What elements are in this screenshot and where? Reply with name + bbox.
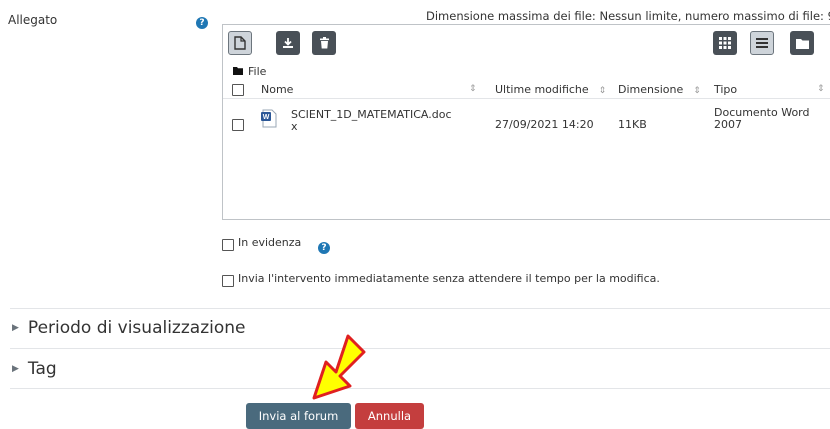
breadcrumb: File	[233, 65, 266, 78]
file-manager: File Nome ⇕ Ultime modifiche ⇕ Dimensione…	[222, 24, 830, 220]
section-tags[interactable]: ▶ Tag	[12, 359, 57, 379]
list-icon	[756, 38, 768, 48]
header-divider	[223, 98, 830, 99]
pinned-help-icon[interactable]: ?	[318, 242, 330, 254]
file-checkbox[interactable]	[232, 119, 244, 131]
trash-icon	[319, 37, 330, 49]
divider	[10, 308, 830, 309]
download-icon	[282, 37, 294, 49]
column-type[interactable]: Tipo	[714, 83, 737, 96]
view-icons-button[interactable]	[713, 31, 737, 55]
column-modified[interactable]: Ultime modifiche ⇕	[495, 83, 606, 96]
pinned-checkbox[interactable]	[222, 239, 234, 251]
pinned-label: In evidenza	[238, 236, 302, 249]
breadcrumb-label[interactable]: File	[248, 65, 266, 78]
folder-icon	[795, 38, 809, 49]
word-document-icon: W	[261, 109, 278, 132]
divider	[10, 388, 830, 389]
file-type: Documento Word 2007	[714, 106, 810, 131]
annotation-arrow-icon	[312, 334, 366, 400]
divider	[10, 348, 830, 349]
sort-icon: ⇕	[469, 84, 477, 94]
file-name[interactable]: SCIENT_1D_MATEMATICA.doc x	[291, 109, 452, 133]
column-name[interactable]: Nome	[261, 83, 293, 96]
sort-icon: ⇕	[817, 84, 825, 94]
folder-icon	[233, 65, 243, 78]
table-row[interactable]: W SCIENT_1D_MATEMATICA.doc x 27/09/2021 …	[223, 107, 830, 141]
send-now-checkbox[interactable]	[222, 275, 234, 287]
file-size: 11KB	[618, 118, 647, 131]
sort-icon: ⇕	[693, 86, 701, 96]
svg-text:W: W	[263, 114, 270, 121]
file-icon	[234, 36, 246, 50]
view-tree-button[interactable]	[790, 31, 814, 55]
select-all-checkbox[interactable]	[232, 84, 244, 96]
section-display-period[interactable]: ▶ Periodo di visualizzazione	[12, 318, 245, 338]
attachment-help-icon[interactable]: ?	[196, 17, 208, 29]
file-modified: 27/09/2021 14:20	[495, 118, 594, 131]
column-size[interactable]: Dimensione ⇕	[618, 83, 701, 96]
chevron-right-icon: ▶	[12, 364, 19, 374]
download-button[interactable]	[276, 31, 300, 55]
chevron-right-icon: ▶	[12, 323, 19, 333]
delete-button[interactable]	[312, 31, 336, 55]
add-file-button[interactable]	[228, 31, 252, 55]
send-now-label: Invia l'intervento immediatamente senza …	[238, 272, 660, 285]
view-list-button[interactable]	[750, 31, 774, 55]
attachment-limits: Dimensione massima dei file: Nessun limi…	[426, 9, 830, 23]
sort-icon: ⇕	[598, 86, 607, 96]
grid-icon	[719, 37, 731, 49]
attachment-label: Allegato	[8, 13, 58, 27]
